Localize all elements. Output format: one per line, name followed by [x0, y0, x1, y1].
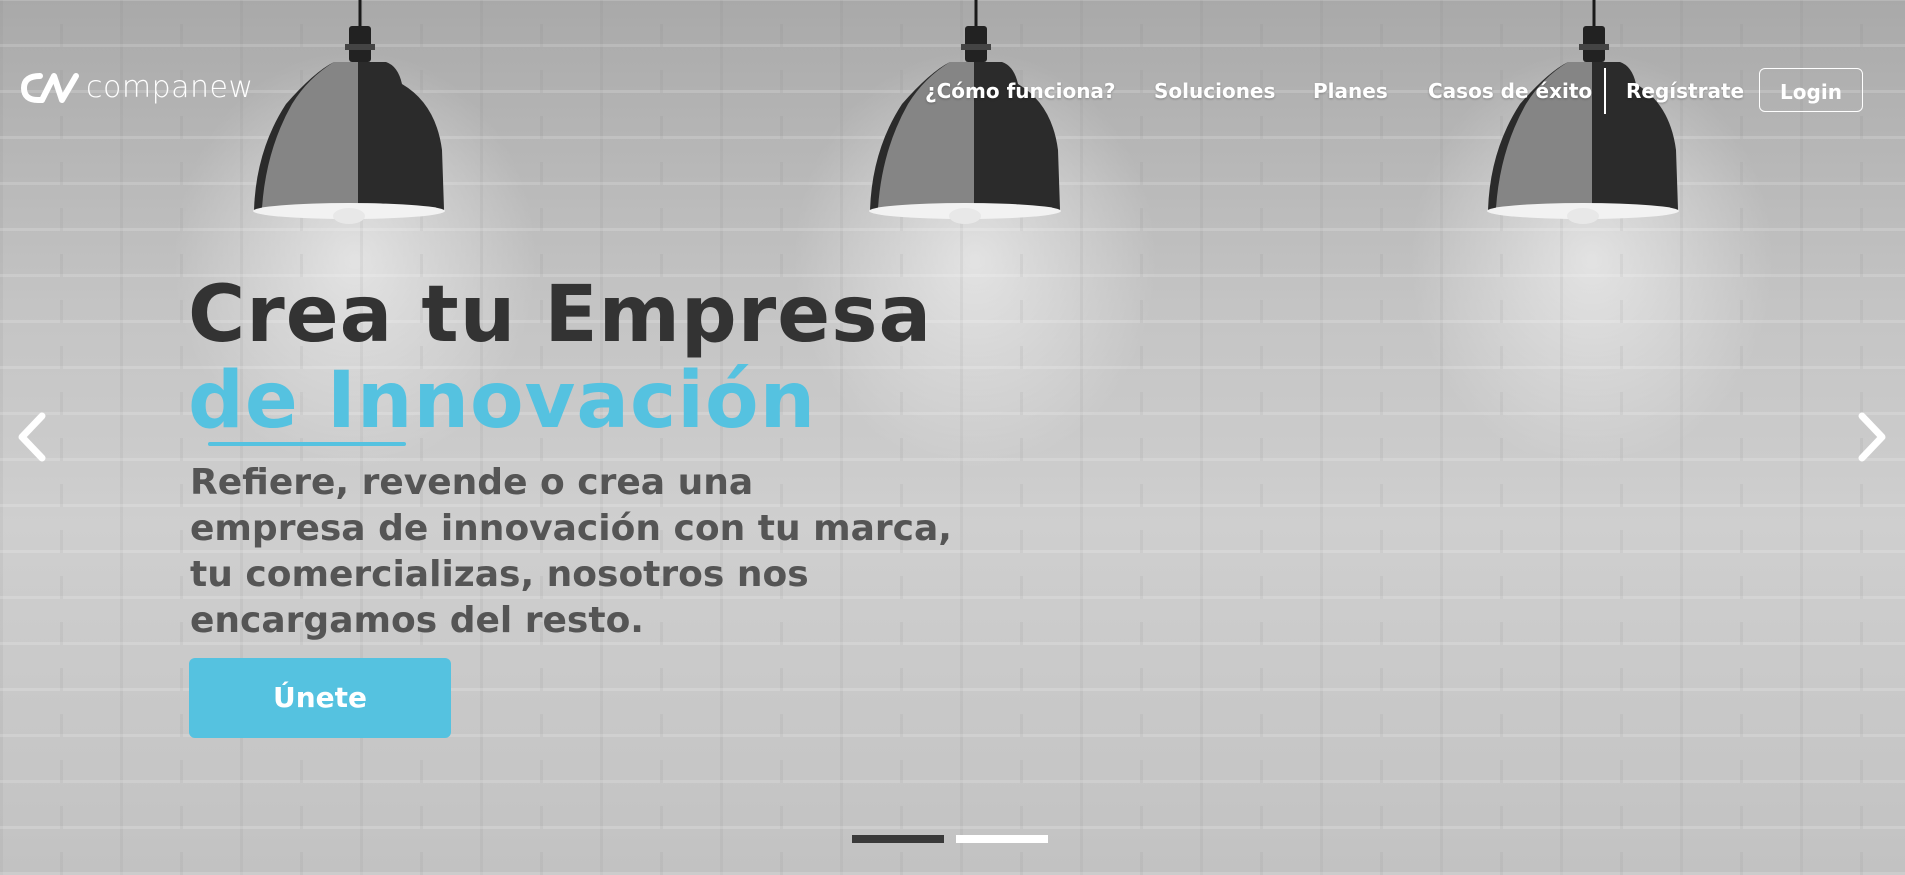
nav-soluciones[interactable]: Soluciones [1154, 68, 1275, 114]
chevron-left-icon [18, 412, 46, 462]
nav-como-funciona[interactable]: ¿Cómo funciona? [925, 68, 1116, 114]
pendant-lamp-center [866, 0, 1086, 230]
hero-subtitle: Refiere, revende o crea una empresa de i… [190, 462, 952, 641]
carousel-indicator-1[interactable] [852, 835, 944, 843]
pendant-lamp-left [248, 0, 468, 230]
chevron-right-icon [1858, 412, 1886, 462]
nav-registrate[interactable]: Regístrate [1626, 68, 1744, 114]
hero-headline-accent: de Innovación [188, 356, 817, 446]
join-button[interactable]: Únete [189, 658, 451, 738]
pendant-lamp-right [1484, 0, 1704, 230]
login-button[interactable]: Login [1759, 68, 1863, 112]
carousel-next-button[interactable] [1852, 410, 1892, 464]
main-navigation: ¿Cómo funciona? Soluciones Planes Casos … [0, 68, 1905, 114]
headline-underline [208, 442, 406, 446]
carousel-prev-button[interactable] [12, 410, 52, 464]
carousel-indicator-2[interactable] [956, 835, 1048, 843]
nav-divider [1604, 68, 1606, 114]
nav-planes[interactable]: Planes [1313, 68, 1388, 114]
nav-casos-de-exito[interactable]: Casos de éxito [1428, 68, 1592, 114]
hero-headline: Crea tu Empresa [188, 270, 933, 360]
